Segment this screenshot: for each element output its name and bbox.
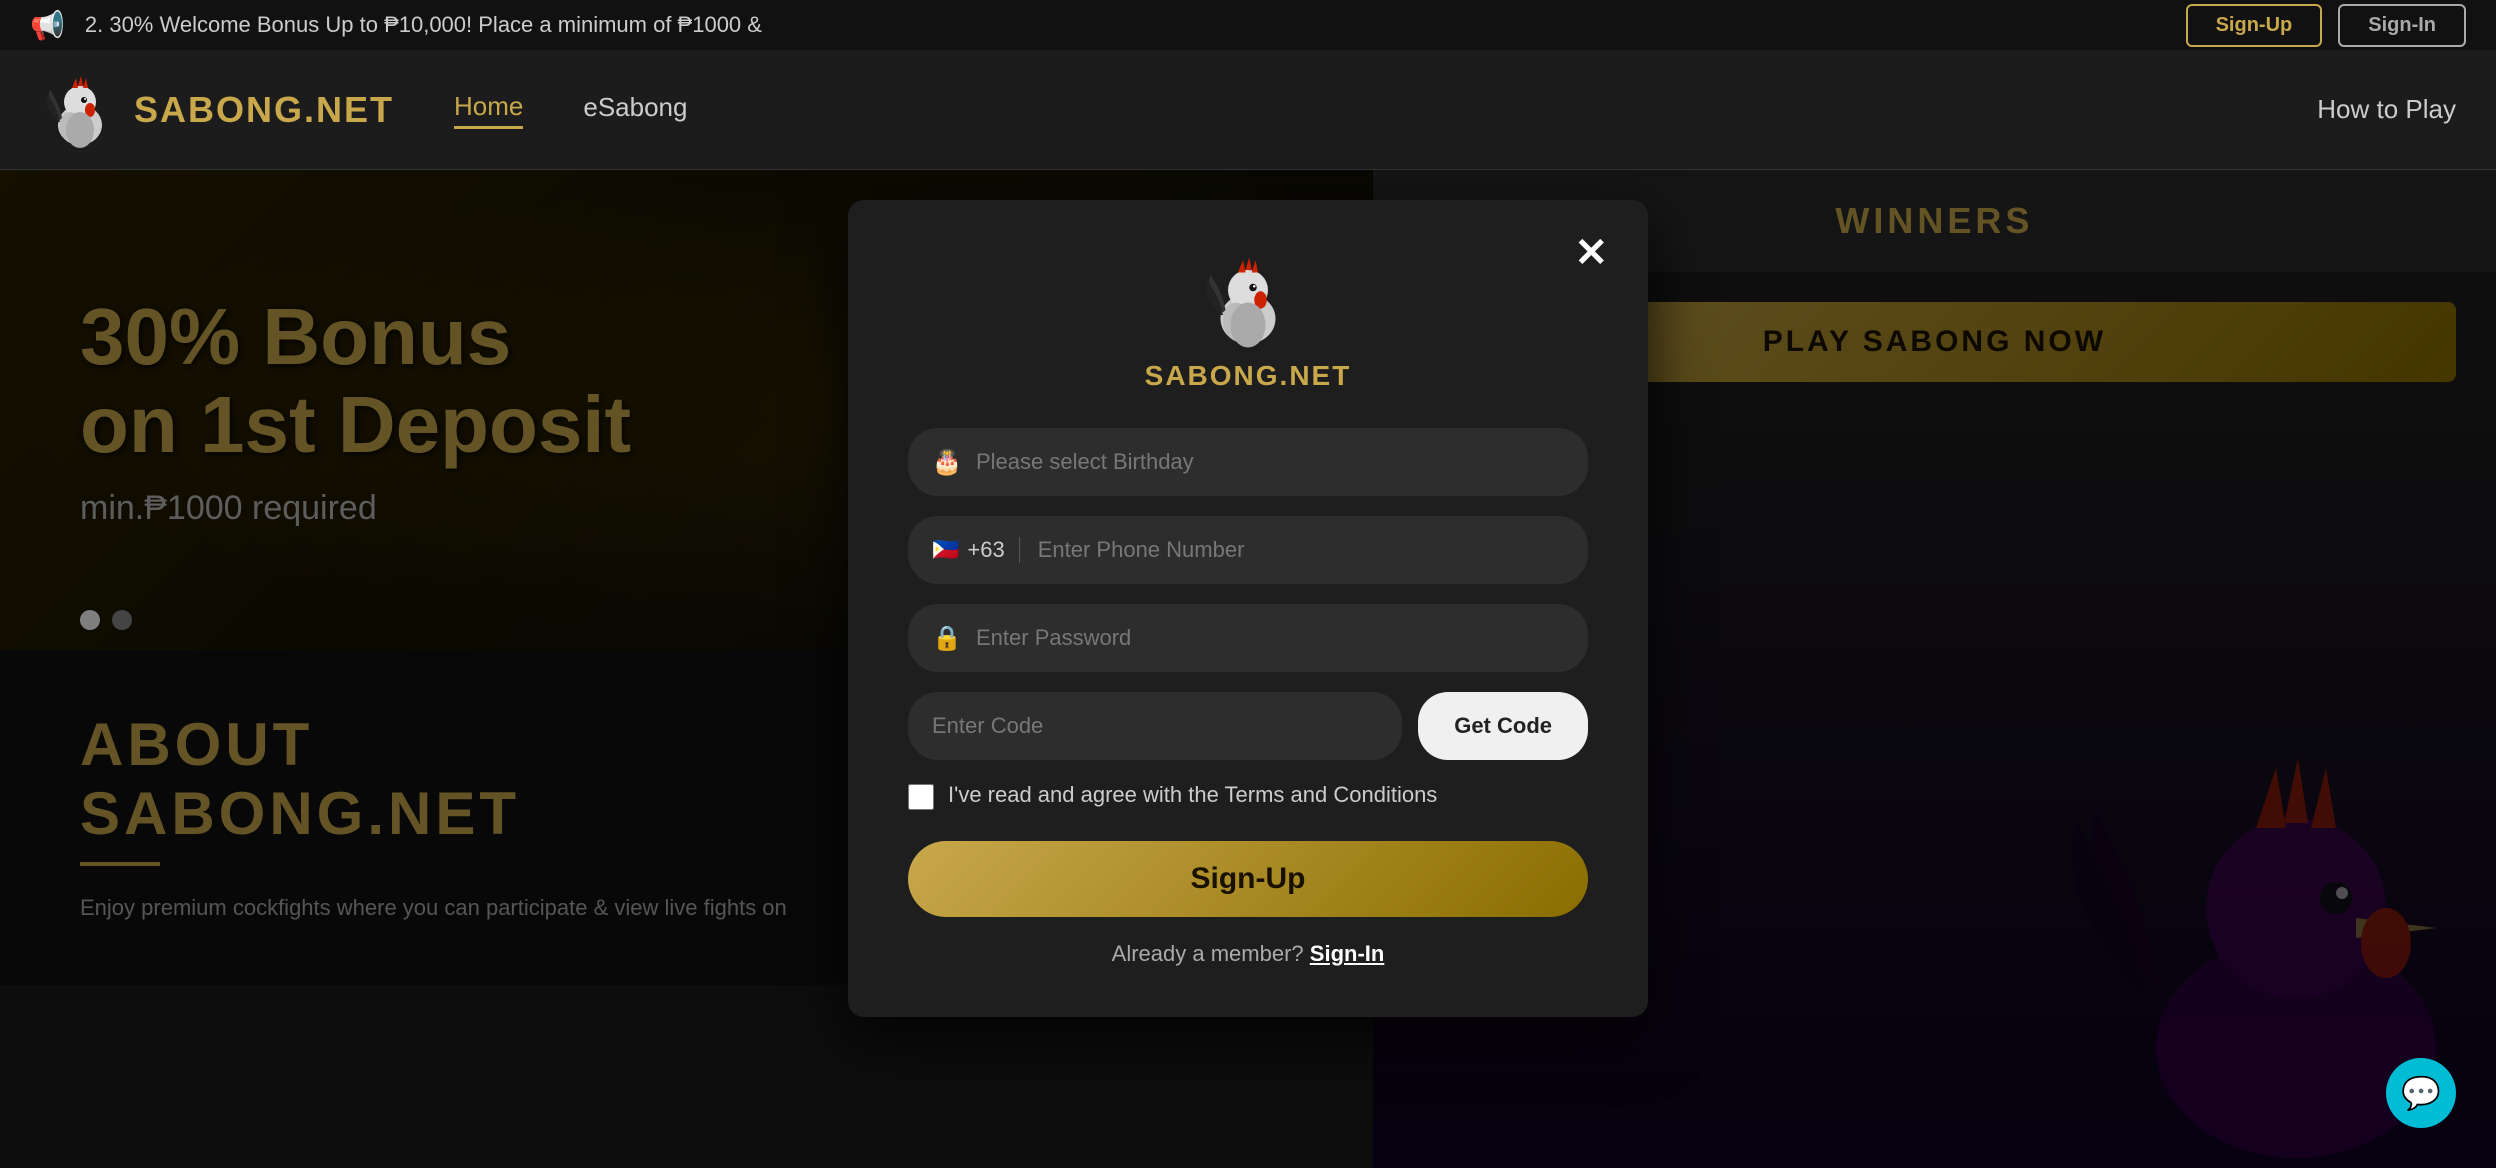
navbar: SABONG.NET Home eSabong How to Play (0, 50, 2496, 170)
ph-flag-icon: 🇵🇭 (932, 537, 959, 563)
header-signin-button[interactable]: Sign-In (2338, 4, 2466, 47)
nav-links: Home eSabong (454, 91, 687, 129)
modal-logo-rooster-icon (1198, 250, 1298, 350)
signup-button[interactable]: Sign-Up (908, 841, 1588, 917)
modal-overlay: ✕ SABONG.NET (0, 170, 2496, 1168)
main-content: 30% Bonus on 1st Deposit min.₱1000 requi… (0, 170, 2496, 1168)
terms-checkbox[interactable] (908, 784, 934, 810)
chat-button[interactable]: 💬 (2386, 1058, 2456, 1128)
logo-area: SABONG.NET (40, 70, 394, 150)
code-input-wrap (908, 692, 1402, 760)
header-signup-button[interactable]: Sign-Up (2186, 4, 2323, 47)
nav-link-esabong[interactable]: eSabong (583, 92, 687, 127)
signin-link[interactable]: Sign-In (1310, 941, 1385, 966)
code-input[interactable] (932, 713, 1378, 739)
nav-link-home[interactable]: Home (454, 91, 523, 129)
phone-country-code: +63 (967, 537, 1004, 563)
password-input[interactable] (976, 625, 1564, 651)
megaphone-icon: 📢 (30, 9, 65, 42)
nav-right: How to Play (2317, 94, 2456, 125)
header-button-group: Sign-Up Sign-In (2186, 4, 2466, 47)
phone-input[interactable] (1038, 537, 1564, 563)
terms-row: I've read and agree with the Terms and C… (908, 780, 1588, 811)
phone-field-inner: 🇵🇭 +63 (908, 516, 1588, 584)
logo-text: SABONG.NET (134, 89, 394, 131)
birthday-input[interactable] (976, 449, 1564, 475)
lock-icon: 🔒 (932, 624, 962, 653)
phone-field: 🇵🇭 +63 (908, 516, 1588, 584)
modal-close-button[interactable]: ✕ (1574, 230, 1608, 276)
chat-icon: 💬 (2401, 1074, 2441, 1112)
modal-logo-text: SABONG.NET (1145, 360, 1352, 392)
code-row: Get Code (908, 692, 1588, 760)
terms-text: I've read and agree with the Terms and C… (948, 780, 1437, 811)
phone-prefix: 🇵🇭 +63 (932, 537, 1020, 563)
birthday-field: 🎂 (908, 428, 1588, 496)
announcement-text: 2. 30% Welcome Bonus Up to ₱10,000! Plac… (85, 12, 762, 38)
announcement-bar: 📢 2. 30% Welcome Bonus Up to ₱10,000! Pl… (0, 0, 2496, 50)
get-code-button[interactable]: Get Code (1418, 692, 1588, 760)
password-field-inner: 🔒 (908, 604, 1588, 672)
signup-modal: ✕ SABONG.NET (848, 200, 1648, 1017)
nav-link-how-to-play[interactable]: How to Play (2317, 94, 2456, 125)
modal-logo: SABONG.NET (908, 250, 1588, 392)
logo-rooster-icon (40, 70, 120, 150)
code-field-inner (908, 692, 1402, 760)
birthday-icon: 🎂 (932, 448, 962, 477)
signin-prompt: Already a member? Sign-In (908, 941, 1588, 967)
password-field: 🔒 (908, 604, 1588, 672)
birthday-field-inner: 🎂 (908, 428, 1588, 496)
already-member-text: Already a member? (1112, 941, 1304, 966)
